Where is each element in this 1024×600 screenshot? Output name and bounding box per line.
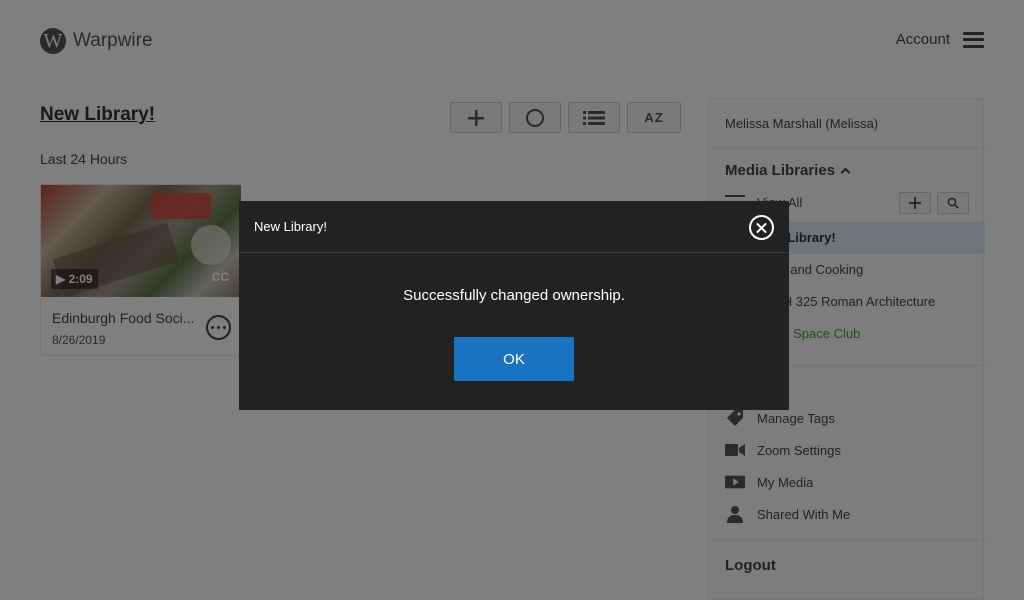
close-icon[interactable]: [749, 215, 774, 240]
confirmation-dialog: New Library! Successfully changed owners…: [239, 201, 789, 410]
dialog-header: New Library!: [239, 201, 789, 253]
ok-button[interactable]: OK: [454, 337, 574, 381]
dialog-title: New Library!: [254, 219, 327, 234]
dialog-message: Successfully changed ownership.: [403, 287, 625, 304]
